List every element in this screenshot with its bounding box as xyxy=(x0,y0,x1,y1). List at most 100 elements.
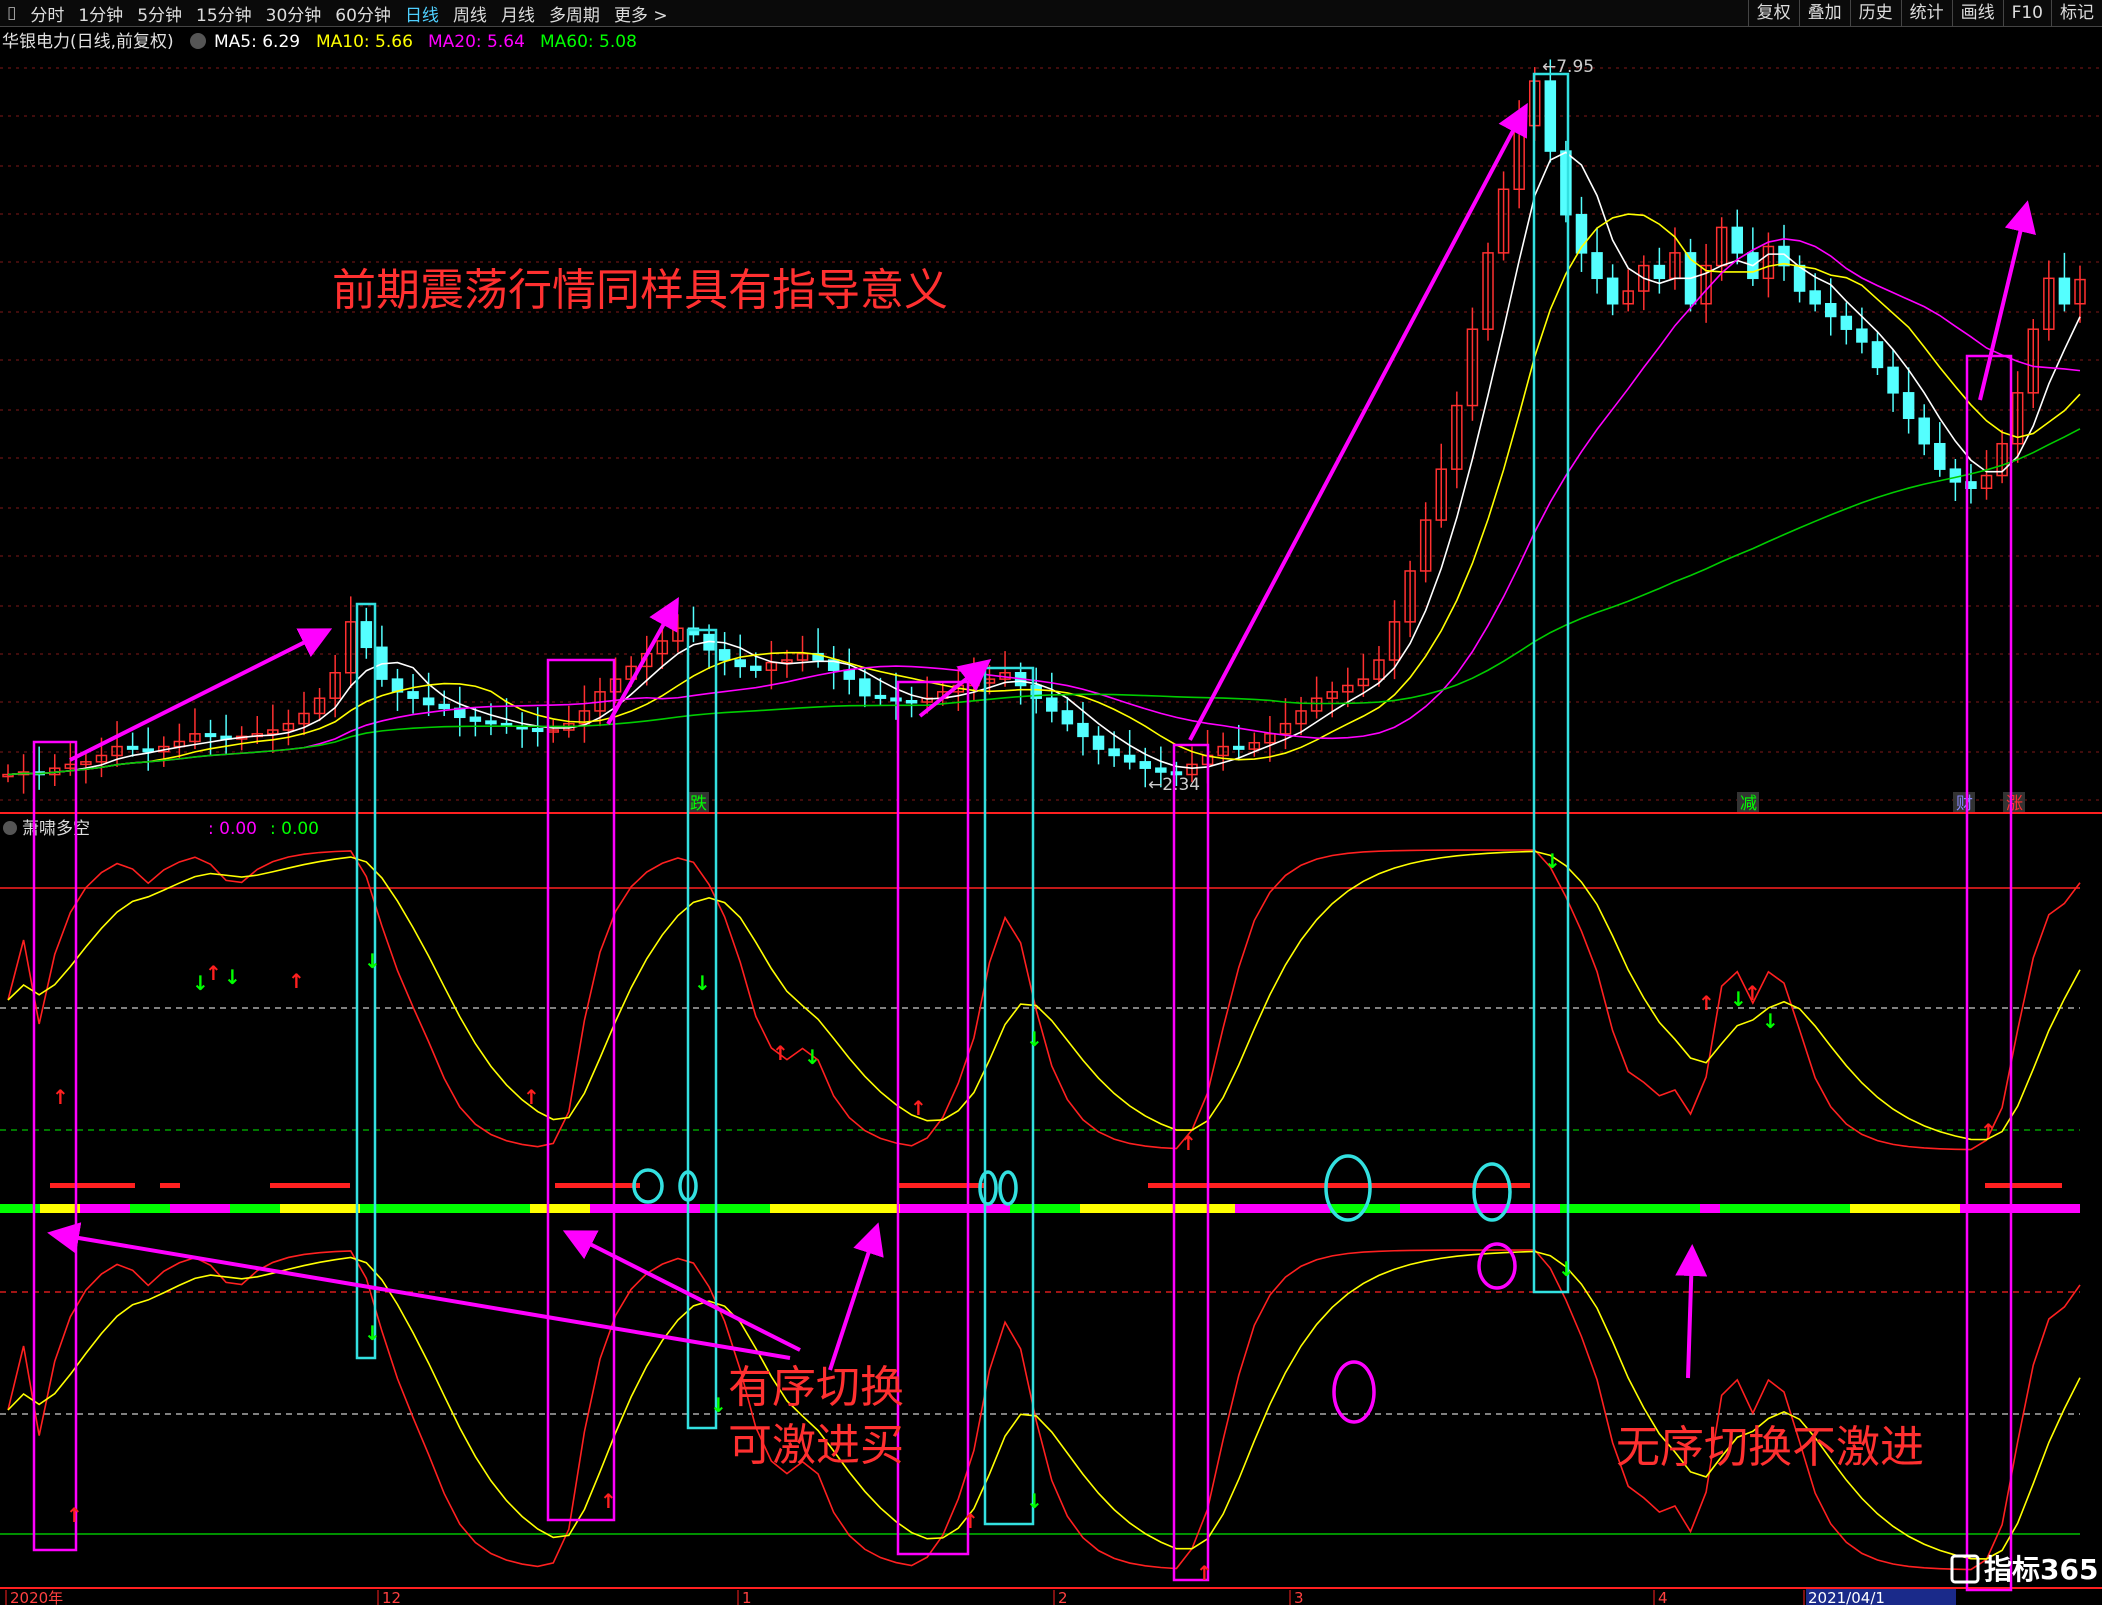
annotation-ordered-1: 有序切换 xyxy=(728,1362,904,1413)
state-bar-seg-2 xyxy=(80,1204,130,1213)
candle-body xyxy=(1092,735,1105,750)
state-bar-seg-19 xyxy=(1700,1204,1720,1213)
sell-signal-4: ↓ xyxy=(804,1045,821,1069)
osc2-fast-line xyxy=(7,1249,2081,1571)
sell-signal-6: ↓ xyxy=(1544,849,1561,873)
buy-signal-10: ↑ xyxy=(66,1503,83,1527)
buy-signal-13: ↑ xyxy=(1196,1561,1213,1585)
candle-body xyxy=(1902,392,1915,420)
candle-body xyxy=(890,697,902,702)
buy-signal-3: ↑ xyxy=(523,1085,540,1109)
annotation-arrow-6 xyxy=(562,1230,801,1352)
candle-body xyxy=(485,720,497,725)
signal-bar-1 xyxy=(160,1183,180,1188)
candle-body xyxy=(469,716,482,722)
candle-body xyxy=(407,691,419,699)
xaxis-label-1: 12 xyxy=(382,1589,401,1605)
highlight-box-3 xyxy=(686,628,718,1430)
candle-body xyxy=(843,669,856,680)
stock-title: 华银电力(日线,前复权) xyxy=(2,32,174,52)
candle-body xyxy=(360,621,373,649)
annotation-arrow-4 xyxy=(1978,200,2036,401)
buy-signal-2: ↑ xyxy=(288,969,305,993)
sell-signal-9: ↓ xyxy=(364,1321,381,1345)
candle-body xyxy=(438,703,450,710)
indicator-value-1: : 0.00 xyxy=(208,819,257,839)
indicator-value-2: : 0.00 xyxy=(270,819,319,839)
tag-tag_die: 跌 xyxy=(690,794,707,814)
watermark-text: 指标365 xyxy=(1984,1553,2098,1586)
state-bar-seg-22 xyxy=(1960,1204,2080,1213)
annotation-top-text: 前期震荡行情同样具有指导意义 xyxy=(332,265,948,316)
candle-body xyxy=(1544,80,1557,152)
annotation-arrow-5 xyxy=(47,1222,791,1360)
buy-signal-6: ↑ xyxy=(1180,1131,1197,1155)
buy-signal-7: ↑ xyxy=(1698,991,1715,1015)
candle-body xyxy=(1731,226,1744,254)
buy-signal-9: ↑ xyxy=(1980,1119,1997,1143)
candle-body xyxy=(1123,754,1136,763)
xaxis-label-4: 3 xyxy=(1294,1589,1304,1605)
candle-body xyxy=(905,700,918,704)
tag-tag_zhang: 涨 xyxy=(2006,794,2023,814)
state-bar-seg-9 xyxy=(590,1204,700,1213)
candle-body xyxy=(1809,290,1821,305)
ma-legend-0: MA5: 6.29 xyxy=(214,32,300,52)
ma20-line xyxy=(7,238,2081,776)
candle-body xyxy=(531,727,544,733)
candle-body xyxy=(1108,748,1120,757)
state-bar-seg-20 xyxy=(1720,1204,1850,1213)
osc1-fast-line xyxy=(7,849,2081,1151)
candle-body xyxy=(734,659,746,668)
state-bar-seg-13 xyxy=(1010,1204,1080,1213)
marker-circle-7 xyxy=(1332,1360,1376,1424)
candle-body xyxy=(1840,315,1853,330)
annotation-disordered: 无序切换不激进 xyxy=(1616,1422,1924,1473)
candle-body xyxy=(874,694,887,699)
candle-body xyxy=(1560,150,1572,216)
collapse-icon xyxy=(190,33,206,49)
candle-body xyxy=(422,697,435,706)
ma-legend-2: MA20: 5.64 xyxy=(428,32,525,52)
candle-body xyxy=(750,665,762,671)
state-bar-seg-3 xyxy=(130,1204,170,1213)
xaxis-label-2: 1 xyxy=(742,1589,752,1605)
candle-body xyxy=(1856,328,1868,343)
candle-body xyxy=(1606,277,1619,305)
candle-body xyxy=(1155,767,1167,773)
signal-bar-0 xyxy=(50,1183,135,1188)
sell-signal-11: ↓ xyxy=(1026,1489,1043,1513)
candle-body xyxy=(1232,745,1245,750)
buy-signal-12: ↑ xyxy=(962,1509,979,1533)
sell-signal-3: ↓ xyxy=(694,971,711,995)
state-bar-seg-10 xyxy=(700,1204,770,1213)
ma-legend-1: MA10: 5.66 xyxy=(316,32,413,52)
signal-bar-6 xyxy=(1985,1183,2062,1188)
tag-tag_jian: 减 xyxy=(1740,794,1757,814)
ma-legend-3: MA60: 5.08 xyxy=(540,32,637,52)
candle-body xyxy=(1061,710,1074,725)
candle-body xyxy=(1934,442,1946,470)
indicator-collapse-icon xyxy=(3,821,17,835)
ma60-line xyxy=(7,428,2081,776)
candle-body xyxy=(1918,417,1930,445)
osc2-slow-line xyxy=(7,1250,2081,1560)
xaxis-label-6: 2021/04/1 xyxy=(1808,1589,1885,1605)
annotation-arrow-3 xyxy=(1188,102,1528,741)
buy-signal-0: ↑ xyxy=(52,1085,69,1109)
annotation-arrow-8 xyxy=(1675,1244,1708,1379)
state-bar-seg-21 xyxy=(1850,1204,1960,1213)
osc1-slow-line xyxy=(7,850,2081,1141)
highlight-box-8 xyxy=(1965,354,2013,1592)
candle-body xyxy=(1139,761,1152,769)
candle-body xyxy=(1077,722,1089,738)
xaxis-label-5: 4 xyxy=(1658,1589,1668,1605)
buy-signal-5: ↑ xyxy=(910,1096,927,1120)
highlight-box-1 xyxy=(355,602,377,1360)
state-bar-seg-4 xyxy=(170,1204,230,1213)
sell-signal-10: ↓ xyxy=(710,1393,727,1417)
tag-tag_cai: 财 xyxy=(1956,794,1973,814)
indicator-name: 萧啸多空 xyxy=(22,819,90,839)
buy-signal-4: ↑ xyxy=(772,1041,789,1065)
candle-body xyxy=(1871,341,1884,369)
